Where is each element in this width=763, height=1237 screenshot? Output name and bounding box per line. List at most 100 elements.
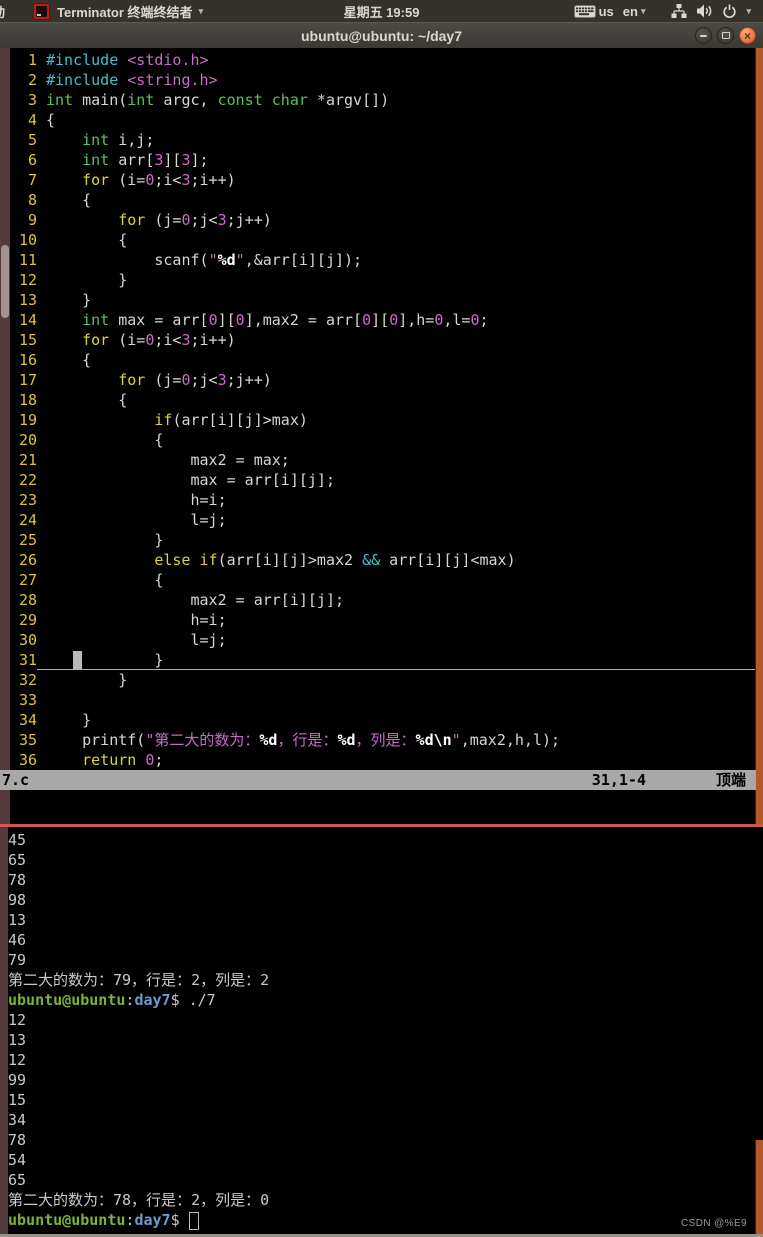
code-line[interactable]: 1 #include <stdio.h> (10, 50, 756, 70)
maximize-button[interactable] (717, 27, 734, 44)
terminal-line[interactable]: 54 (8, 1150, 748, 1170)
terminal-line[interactable]: ubuntu@ubuntu:day7$ (8, 1210, 748, 1230)
window-title-bar[interactable]: ubuntu@ubuntu: ~/day7 × (0, 22, 763, 48)
text-segment: ;j++) (226, 371, 272, 389)
volume-icon[interactable] (696, 4, 713, 18)
terminal-line[interactable]: 45 (8, 830, 748, 850)
text-segment: <string.h> (127, 71, 218, 89)
terminal-line[interactable]: 78 (8, 870, 748, 890)
terminal-line[interactable]: 78 (8, 1130, 748, 1150)
text-segment: for (118, 371, 146, 389)
code-line[interactable]: 15 for (i=0;i<3;i++) (10, 330, 756, 350)
terminal-line[interactable]: 98 (8, 890, 748, 910)
text-segment: 13 (8, 1031, 27, 1049)
code-line[interactable]: 29 h=i; (10, 610, 756, 630)
code-line[interactable]: 19 if(arr[i][j]>max) (10, 410, 756, 430)
chevron-down-icon[interactable]: ▾ (746, 6, 751, 17)
code-line[interactable]: 26 else if(arr[i][j]>max2 && arr[i][j]<m… (10, 550, 756, 570)
terminal-line[interactable]: 65 (8, 850, 748, 870)
code-line[interactable]: 22 max = arr[i][j]; (10, 470, 756, 490)
terminal-line[interactable]: 34 (8, 1110, 748, 1130)
code-line[interactable]: 3 int main(int argc, const char *argv[]) (10, 90, 756, 110)
terminal-line[interactable]: 第二大的数为：78，行是：2，列是：0 (8, 1190, 748, 1210)
close-button[interactable]: × (739, 27, 756, 44)
close-icon: × (743, 28, 751, 43)
code-line[interactable]: 33 (10, 690, 756, 710)
power-icon[interactable] (722, 4, 737, 19)
terminal-line[interactable]: 12 (8, 1010, 748, 1030)
text-segment: 45 (8, 831, 27, 849)
text-segment: ;i< (154, 171, 182, 189)
code-line[interactable]: 18 { (10, 390, 756, 410)
terminal-line[interactable]: 13 (8, 1030, 748, 1050)
terminal-line[interactable]: 第二大的数为：79，行是：2，列是：2 (8, 970, 748, 990)
code-line[interactable]: 36 return 0; (10, 750, 756, 770)
window-controls: × (695, 27, 756, 44)
code-line[interactable]: 14 int max = arr[0][0],max2 = arr[0][0],… (10, 310, 756, 330)
code-line[interactable]: 17 for (j=0;j<3;j++) (10, 370, 756, 390)
line-number: 21 (18, 451, 37, 469)
code-line[interactable]: 20 { (10, 430, 756, 450)
terminal-line[interactable]: 46 (8, 930, 748, 950)
code-line[interactable]: 11 scanf("%d",&arr[i][j]); (10, 250, 756, 270)
terminal-line[interactable]: 65 (8, 1170, 748, 1190)
scrollbar-thumb[interactable] (1, 245, 9, 318)
terminal-line[interactable]: 13 (8, 910, 748, 930)
text-segment: 0 (389, 311, 399, 329)
scrollbar-thumb[interactable] (755, 1140, 763, 1234)
code-line[interactable]: 24 l=j; (10, 510, 756, 530)
code-line[interactable]: 9 for (j=0;j<3;j++) (10, 210, 756, 230)
code-line[interactable]: 23 h=i; (10, 490, 756, 510)
terminal-line[interactable]: 15 (8, 1090, 748, 1110)
code-line[interactable]: 8 { (10, 190, 756, 210)
terminal-output[interactable]: 45 65 78 98 13 46 79 第二大的数为：79，行是：2，列是：2 ubuntu@… (8, 830, 748, 1230)
code-line[interactable]: 2 #include <string.h> (10, 70, 756, 90)
keyboard-indicator[interactable]: us (573, 4, 614, 19)
code-line[interactable]: 12 } (10, 270, 756, 290)
text-segment: int (127, 91, 155, 109)
terminator-app-icon[interactable] (33, 2, 50, 20)
minimize-icon (700, 34, 707, 37)
code-line[interactable]: 35 printf("第二大的数为：%d，行是：%d，列是：%d\n",max2… (10, 730, 756, 750)
clock[interactable]: 星期五 19:59 (344, 2, 420, 21)
terminal-line[interactable]: 12 (8, 1050, 748, 1070)
code-line[interactable]: 27 { (10, 570, 756, 590)
code-line[interactable]: 6 int arr[3][3]; (10, 150, 756, 170)
code-line[interactable]: 31 } (10, 650, 756, 670)
text-segment: 12 (8, 1011, 27, 1029)
code-line[interactable]: 5 int i,j; (10, 130, 756, 150)
code-line[interactable]: 32 } (10, 670, 756, 690)
terminal-line[interactable]: ubuntu@ubuntu:day7$ ./7 (8, 990, 748, 1010)
text-segment: h=i; (46, 491, 227, 509)
text-segment: ][ (217, 311, 236, 329)
terminal-line[interactable]: 99 (8, 1070, 748, 1090)
desktop-screen: 动 Terminator 终端终结者 ▾ 星期五 19:59 us en ▾ (0, 0, 763, 1237)
left-scrollbar-track[interactable] (0, 827, 8, 1237)
code-line[interactable]: 21 max2 = max; (10, 450, 756, 470)
terminal-line[interactable]: 79 (8, 950, 748, 970)
code-line[interactable]: 30 l=j; (10, 630, 756, 650)
app-menu[interactable]: Terminator 终端终结者 (57, 2, 193, 21)
line-number: 31 (18, 651, 37, 669)
code-line[interactable]: 7 for (i=0;i<3;i++) (10, 170, 756, 190)
line-number: 18 (18, 391, 37, 409)
minimize-button[interactable] (695, 27, 712, 44)
left-scrollbar[interactable] (0, 48, 10, 824)
code-area[interactable]: 1 #include <stdio.h> 2 #include <string.h> 3… (10, 50, 756, 770)
text-segment: return (82, 751, 137, 769)
terminal-cursor (188, 1212, 199, 1230)
text-segment: %d (259, 731, 278, 749)
network-icon[interactable] (671, 4, 687, 18)
code-line[interactable]: 4{ (10, 110, 756, 130)
right-scrollbar[interactable] (755, 48, 763, 824)
code-line[interactable]: 16 { (10, 350, 756, 370)
text-segment: const (217, 91, 263, 109)
keyboard-icon (573, 4, 596, 18)
code-line[interactable]: 25 } (10, 530, 756, 550)
vim-statusline: 7.c 31,1-4 顶端 (0, 770, 756, 790)
code-line[interactable]: 13 } (10, 290, 756, 310)
code-line[interactable]: 28 max2 = arr[i][j]; (10, 590, 756, 610)
code-line[interactable]: 34 } (10, 710, 756, 730)
code-line[interactable]: 10 { (10, 230, 756, 250)
language-indicator[interactable]: en ▾ (623, 4, 646, 19)
